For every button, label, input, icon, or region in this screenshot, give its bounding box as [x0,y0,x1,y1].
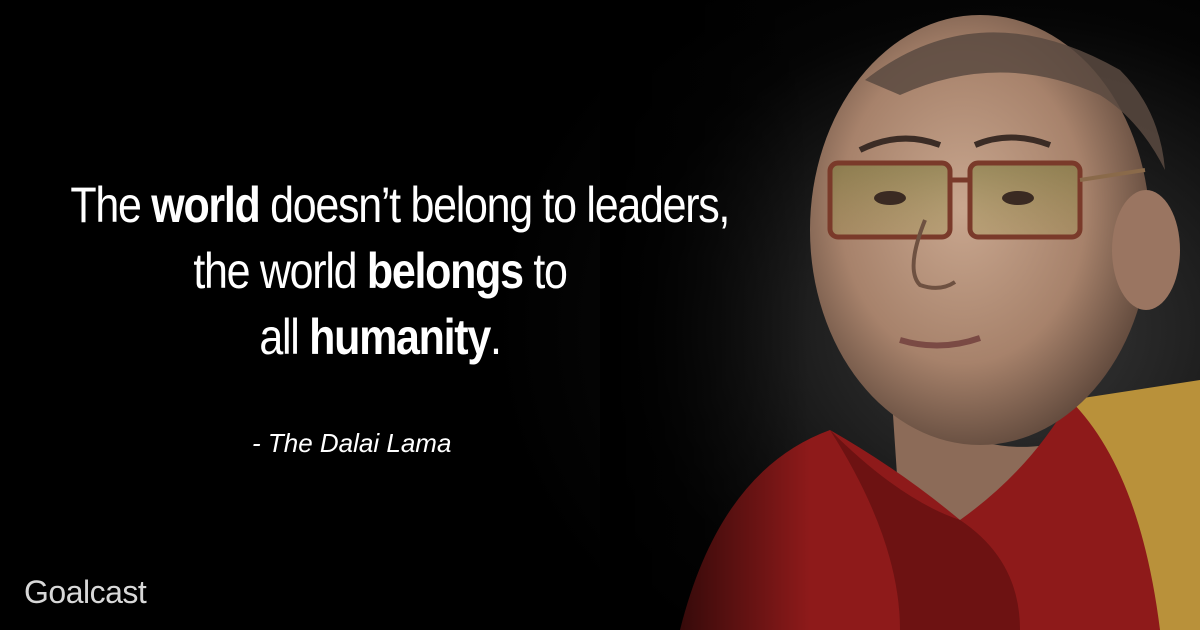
quote-line-2: the world belongs to [193,243,568,299]
quote-text: The world doesn’t belong to leaders, the… [70,172,730,370]
brand-logo: Goalcast [24,574,147,610]
quote-line-3: all humanity. [259,309,502,365]
quote-line-1: The world doesn’t belong to leaders, [70,177,730,233]
quote-card: The world doesn’t belong to leaders, the… [0,0,1200,630]
portrait-photo [600,0,1200,630]
quote-attribution: - The Dalai Lama [252,428,452,458]
